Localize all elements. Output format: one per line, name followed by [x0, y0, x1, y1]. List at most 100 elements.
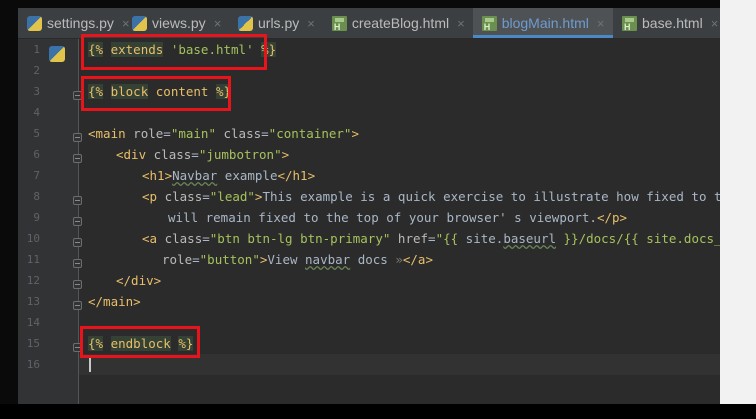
highlight-box-block	[81, 76, 231, 111]
attr-value: "button"	[199, 252, 260, 267]
line-number: 4	[33, 106, 40, 119]
attr-value: }}/docs/{{ site.docs_version }}/	[563, 231, 720, 246]
highlight-box-extends	[81, 34, 267, 70]
fold-marker-icon[interactable]	[73, 217, 82, 226]
line-number: 13	[26, 295, 40, 308]
code-line-12[interactable]: </div>	[116, 270, 161, 291]
python-file-icon	[27, 15, 42, 31]
tab-label: blogMain.html	[501, 15, 589, 31]
html-file-icon	[481, 15, 497, 32]
close-icon[interactable]: ×	[711, 16, 719, 31]
code-line-13[interactable]: </main>	[88, 291, 141, 312]
line-number: 9	[33, 211, 40, 224]
text-content: »	[395, 252, 403, 267]
close-icon[interactable]: ×	[307, 16, 315, 31]
tag-name: main	[95, 126, 126, 141]
line-number: 7	[33, 169, 40, 182]
tag-name: p	[149, 189, 158, 204]
attr-value: "{{	[435, 231, 466, 246]
attr-name: role	[133, 126, 164, 141]
tab-label: settings.py	[47, 15, 114, 31]
attr-name: class	[223, 126, 262, 141]
fold-marker-icon[interactable]	[73, 259, 82, 268]
text-content: navbar	[305, 252, 351, 267]
tag-bracket: <	[142, 189, 150, 204]
attr-value: "container"	[268, 126, 352, 141]
attr-name: role	[162, 252, 193, 267]
tab-label: urls.py	[258, 15, 300, 31]
text-content: docs	[350, 252, 396, 267]
code-line-7[interactable]: <h1>Navbar example</h1>	[142, 165, 315, 186]
attr-value: "jumbotron"	[198, 147, 282, 162]
text-content: Navbar	[172, 168, 218, 183]
tag-bracket: >	[351, 126, 359, 141]
tab-label: views.py	[152, 15, 206, 31]
tab-createblog-html[interactable]: createBlog.html ×	[323, 8, 473, 38]
background-edge	[720, 0, 756, 404]
fold-marker-icon[interactable]	[73, 280, 82, 289]
line-number: 12	[26, 274, 40, 287]
line-number: 3	[33, 85, 40, 98]
bottom-band	[0, 404, 756, 419]
tag-close: </div>	[116, 273, 162, 288]
text-content: View	[267, 252, 306, 267]
tag-close: </main>	[88, 294, 141, 309]
tag-bracket: >	[281, 147, 290, 162]
attr-name: class	[164, 189, 203, 204]
text-content: example	[217, 168, 278, 183]
tag-bracket: <	[116, 147, 124, 162]
code-line-11[interactable]: role="button">View navbar docs »</a>	[162, 249, 433, 270]
fold-marker-icon[interactable]	[73, 154, 82, 163]
code-line-5[interactable]: <main role="main" class="container">	[88, 123, 359, 144]
python-file-icon	[132, 15, 147, 31]
html-file-icon	[622, 15, 637, 32]
line-number: 15	[26, 337, 40, 350]
tag-bracket: <	[88, 126, 96, 141]
close-icon[interactable]: ×	[214, 16, 222, 31]
line-number: 6	[33, 148, 40, 161]
text-cursor	[89, 357, 91, 372]
fold-marker-icon[interactable]	[73, 133, 82, 142]
fold-marker-icon[interactable]	[73, 301, 82, 310]
tag-close: </h1>	[277, 168, 316, 183]
attr-value: "lead"	[209, 189, 255, 204]
code-line-9[interactable]: will remain fixed to the top of your bro…	[168, 207, 627, 228]
tab-blogmain-html[interactable]: blogMain.html ×	[472, 8, 614, 38]
attr-value: site.	[465, 231, 504, 246]
tab-label: base.html	[642, 15, 703, 31]
tag-open: <h1>	[142, 168, 173, 183]
line-number: 14	[26, 316, 40, 329]
attr-value: baseurl	[503, 231, 556, 246]
line-number: 1	[33, 43, 40, 56]
text-content: This example is a quick exercise to illu…	[262, 189, 720, 204]
line-number: 8	[33, 190, 40, 203]
line-number: 5	[33, 127, 40, 140]
html-file-icon	[331, 15, 347, 32]
attr-name: href	[397, 231, 429, 246]
highlight-box-endblock	[80, 326, 200, 358]
code-line-10[interactable]: <a class="btn btn-lg btn-primary" href="…	[142, 228, 720, 249]
attr-value: "btn btn-lg btn-primary"	[209, 231, 391, 246]
python-file-icon	[238, 15, 253, 31]
tab-label: createBlog.html	[351, 15, 450, 31]
tab-base-html[interactable]: base.html ×	[613, 8, 720, 38]
tag-bracket: <	[142, 231, 150, 246]
tag-name: a	[149, 231, 158, 246]
line-number: 2	[33, 64, 40, 77]
attr-value: "main"	[170, 126, 216, 141]
code-line-6[interactable]: <div class="jumbotron">	[116, 144, 289, 165]
fold-marker-icon[interactable]	[73, 238, 82, 247]
close-icon[interactable]: ×	[597, 16, 605, 31]
line-number: 11	[26, 253, 40, 266]
attr-name: class	[153, 147, 192, 162]
text-content: will remain fixed to the top of your bro…	[168, 210, 597, 225]
code-line-8[interactable]: <p class="lead">This example is a quick …	[142, 186, 720, 207]
close-icon[interactable]: ×	[457, 16, 465, 31]
tag-close: </a>	[402, 252, 433, 267]
attr-name: class	[164, 231, 203, 246]
fold-marker-icon[interactable]	[73, 196, 82, 205]
python-gutter-icon[interactable]	[49, 46, 65, 62]
line-number: 10	[26, 232, 40, 245]
line-number: 16	[26, 358, 40, 371]
tag-name: div	[123, 147, 147, 162]
